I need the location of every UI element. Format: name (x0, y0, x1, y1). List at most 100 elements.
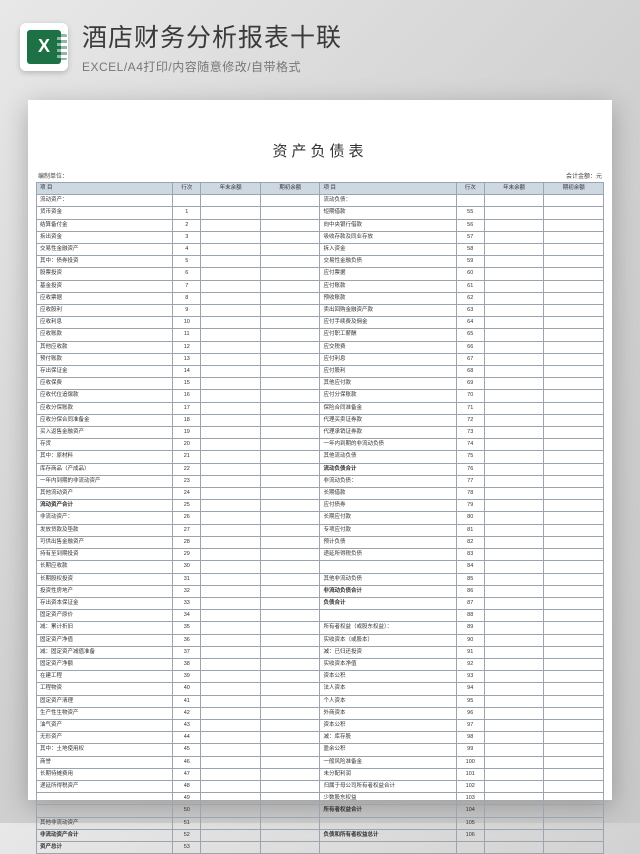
cell-rownum-left: 33 (173, 597, 201, 609)
cell-item-right: 拆入资金 (320, 244, 456, 256)
cell-yearstart-right (544, 512, 604, 524)
cell-item-right: 向中央银行借款 (320, 219, 456, 231)
cell-yearend-right (484, 219, 544, 231)
cell-yearstart-left (260, 280, 320, 292)
cell-yearstart-left (260, 744, 320, 756)
col-row-right: 行次 (456, 183, 484, 195)
cell-yearend-right (484, 317, 544, 329)
cell-item-left: 投资性房地产 (37, 585, 173, 597)
cell-rownum-right: 91 (456, 646, 484, 658)
cell-item-left: 固定资产净值 (37, 634, 173, 646)
cell-item-right: 少数股东权益 (320, 793, 456, 805)
sheet-page: 资产负债表 编制单位： 会计金额：元 项 目 行次 年末余额 期初余额 项 目 … (28, 100, 612, 800)
cell-item-left: 其他应收款 (37, 341, 173, 353)
cell-item-left: 发放贷款及垫款 (37, 524, 173, 536)
cell-item-left: 其中：债券投资 (37, 256, 173, 268)
table-row: 其中：土地使用权45盈余公积99 (37, 744, 604, 756)
cell-item-left: 其他流动资产 (37, 488, 173, 500)
cell-item-left: 商誉 (37, 756, 173, 768)
cell-rownum-left: 7 (173, 280, 201, 292)
table-row: 流动资产：流动负债： (37, 195, 604, 207)
cell-yearstart-left (260, 512, 320, 524)
cell-rownum-left: 24 (173, 488, 201, 500)
cell-rownum-right: 101 (456, 768, 484, 780)
table-row: 长期应收款3084 (37, 561, 604, 573)
cell-rownum-left: 10 (173, 317, 201, 329)
cell-yearend-left (201, 805, 261, 817)
cell-yearend-left (201, 597, 261, 609)
cell-yearstart-right (544, 207, 604, 219)
cell-yearend-right (484, 329, 544, 341)
cell-rownum-left: 26 (173, 512, 201, 524)
cell-item-right: 应付债券 (320, 500, 456, 512)
cell-yearstart-left (260, 366, 320, 378)
cell-rownum-left: 27 (173, 524, 201, 536)
cell-yearend-left (201, 427, 261, 439)
cell-yearstart-right (544, 219, 604, 231)
cell-item-right: 应交税费 (320, 341, 456, 353)
cell-rownum-right: 73 (456, 427, 484, 439)
table-row: 固定资产净额38实收资本净值92 (37, 658, 604, 670)
table-row: 商誉46一般风险准备金100 (37, 756, 604, 768)
cell-item-left: 流动资产： (37, 195, 173, 207)
cell-rownum-left: 34 (173, 610, 201, 622)
cell-yearend-right (484, 768, 544, 780)
cell-item-left: 油气资产 (37, 719, 173, 731)
excel-icon: X (20, 23, 68, 71)
cell-item-left: 长期股权投资 (37, 573, 173, 585)
cell-yearstart-left (260, 207, 320, 219)
cell-rownum-left: 4 (173, 244, 201, 256)
cell-yearend-right (484, 536, 544, 548)
cell-item-left (37, 793, 173, 805)
col-yearend-right: 年末余额 (484, 183, 544, 195)
cell-item-right: 应付手续费及佣金 (320, 317, 456, 329)
table-row: 生产性生物资产42外商资本96 (37, 707, 604, 719)
table-row: 一年内到期的非流动资产23非流动负债：77 (37, 475, 604, 487)
cell-rownum-left: 48 (173, 780, 201, 792)
cell-item-right: 个人资本 (320, 695, 456, 707)
cell-yearstart-right (544, 256, 604, 268)
table-row: 发放贷款及垫款27专项应付款81 (37, 524, 604, 536)
cell-yearend-right (484, 756, 544, 768)
cell-item-left: 固定资产清理 (37, 695, 173, 707)
cell-rownum-right: 95 (456, 695, 484, 707)
cell-yearstart-right (544, 671, 604, 683)
cell-yearstart-right (544, 439, 604, 451)
cell-yearstart-right (544, 317, 604, 329)
cell-item-left: 非流动资产合计 (37, 829, 173, 841)
table-row: 在建工程39资本公积93 (37, 671, 604, 683)
cell-yearend-right (484, 512, 544, 524)
cell-yearstart-left (260, 573, 320, 585)
cell-yearend-left (201, 463, 261, 475)
cell-yearstart-right (544, 646, 604, 658)
cell-rownum-right: 67 (456, 353, 484, 365)
cell-item-right: 一年内到期的非流动负债 (320, 439, 456, 451)
cell-yearend-left (201, 768, 261, 780)
cell-rownum-right: 69 (456, 378, 484, 390)
cell-rownum-right: 102 (456, 780, 484, 792)
cell-yearend-right (484, 463, 544, 475)
table-row: 固定资产清理41个人资本95 (37, 695, 604, 707)
cell-yearstart-right (544, 244, 604, 256)
cell-yearstart-right (544, 488, 604, 500)
table-row: 存出资本保证金33负债合计87 (37, 597, 604, 609)
cell-yearend-right (484, 634, 544, 646)
cell-yearstart-right (544, 280, 604, 292)
cell-rownum-left: 51 (173, 817, 201, 829)
cell-rownum-left: 31 (173, 573, 201, 585)
cell-rownum-right: 98 (456, 732, 484, 744)
cell-rownum-right: 106 (456, 829, 484, 841)
cell-rownum-right: 81 (456, 524, 484, 536)
cell-yearend-left (201, 622, 261, 634)
cell-yearend-left (201, 500, 261, 512)
table-row: 50所有者权益合计104 (37, 805, 604, 817)
cell-yearstart-left (260, 817, 320, 829)
cell-item-left: 工程物资 (37, 683, 173, 695)
cell-rownum-right: 72 (456, 414, 484, 426)
cell-yearend-left (201, 671, 261, 683)
cell-yearstart-left (260, 695, 320, 707)
cell-item-right: 短期借款 (320, 207, 456, 219)
cell-rownum-left: 37 (173, 646, 201, 658)
cell-yearend-right (484, 244, 544, 256)
cell-item-left: 应收保费 (37, 378, 173, 390)
